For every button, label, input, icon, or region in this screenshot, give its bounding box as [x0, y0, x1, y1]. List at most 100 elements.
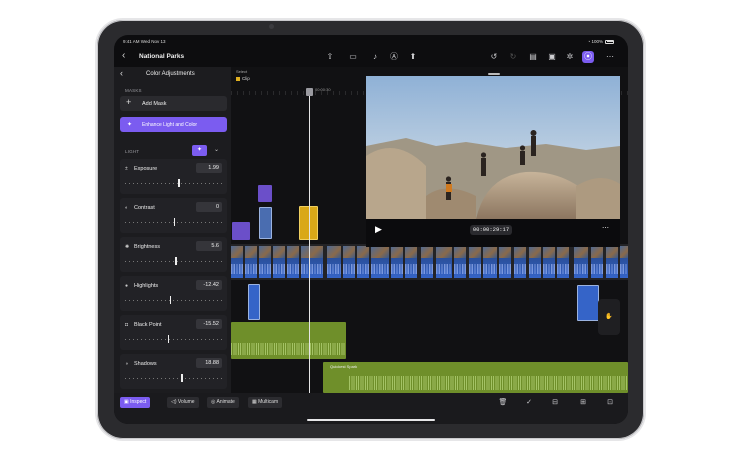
project-title: National Parks: [139, 53, 185, 60]
slider-thumb[interactable]: [167, 335, 170, 343]
clip-thumbnail[interactable]: [557, 246, 569, 258]
enhance-light-color-button[interactable]: ✦ Enhance Light and Color: [120, 117, 227, 132]
export-icon[interactable]: ⬆: [407, 51, 419, 63]
clip-thumbnail[interactable]: [245, 246, 257, 258]
share-icon[interactable]: ⇧: [324, 51, 336, 63]
clip-thumbnail[interactable]: [327, 246, 341, 258]
slider-value-field[interactable]: -15.52: [196, 319, 222, 329]
slider-track[interactable]: [125, 378, 222, 379]
audio-waveform: [327, 264, 341, 274]
microphone-icon[interactable]: ♪: [369, 51, 381, 63]
clip-thumbnail[interactable]: [606, 246, 618, 258]
slider-track[interactable]: [125, 339, 222, 340]
multicam-button[interactable]: ▦ Multicam: [248, 397, 283, 408]
slider-track[interactable]: [125, 261, 222, 262]
clip-thumbnail[interactable]: [499, 246, 511, 258]
clip-thumbnail[interactable]: [469, 246, 481, 258]
clip-thumbnail[interactable]: [231, 246, 243, 258]
viewer-more-button[interactable]: ⋯: [602, 224, 609, 232]
slider-black-point[interactable]: ◘ Black Point -15.52: [120, 315, 227, 350]
video-viewer[interactable]: ▶ 00:00:29:17 ⋯: [366, 76, 620, 247]
enhance-label: Enhance Light and Color: [142, 122, 198, 128]
title-clip[interactable]: [258, 185, 272, 202]
highlights-icon: ●: [125, 283, 129, 289]
connected-video-clip[interactable]: [248, 284, 260, 320]
clip-thumbnail[interactable]: [620, 246, 628, 258]
clip-thumbnail[interactable]: [436, 246, 452, 258]
slider-contrast[interactable]: ◐ Contrast 0: [120, 198, 227, 233]
clip-thumbnail[interactable]: [574, 246, 588, 258]
audio-waveform: [273, 264, 285, 274]
slider-highlights[interactable]: ● Highlights -12.42: [120, 276, 227, 311]
viewer-grabber[interactable]: [488, 73, 500, 75]
slider-value-field[interactable]: 18.88: [196, 358, 222, 368]
photos-icon[interactable]: ▣: [546, 51, 558, 63]
clip-thumbnail[interactable]: [483, 246, 497, 258]
clip-thumbnail[interactable]: [287, 246, 299, 258]
play-button[interactable]: ▶: [375, 224, 382, 235]
checkmark-icon[interactable]: ✓: [523, 397, 535, 408]
broll-clip[interactable]: [259, 207, 272, 239]
slider-shadows[interactable]: ◑ Shadows 18.88: [120, 354, 227, 389]
playhead-handle[interactable]: [306, 88, 313, 96]
audio-waveform: [454, 264, 466, 274]
clip-thumbnail[interactable]: [591, 246, 603, 258]
clip-thumbnail[interactable]: [301, 246, 323, 258]
add-mask-button[interactable]: + Add Mask: [120, 96, 227, 111]
navigator-icon[interactable]: Ⓐ: [388, 51, 400, 63]
clip-thumbnail[interactable]: [514, 246, 526, 258]
split-clip-icon[interactable]: ⊟: [549, 397, 561, 408]
redo-icon[interactable]: ↻: [507, 51, 519, 63]
auto-enhance-toggle[interactable]: ✦: [192, 145, 207, 156]
animate-button[interactable]: ◎ Animate: [207, 397, 239, 408]
slider-value-field[interactable]: 5.6: [196, 241, 222, 251]
audio-waveform: [469, 264, 481, 274]
audio-waveform: [514, 264, 526, 274]
more-icon[interactable]: ⋯: [604, 51, 616, 63]
clip-thumbnail[interactable]: [405, 246, 417, 258]
undo-icon[interactable]: ↺: [488, 51, 500, 63]
slider-value-field[interactable]: -12.42: [196, 280, 222, 290]
effects-icon[interactable]: ✲: [564, 51, 576, 63]
clip-thumbnail[interactable]: [421, 246, 433, 258]
connected-video-clip[interactable]: [577, 285, 599, 321]
chevron-down-icon[interactable]: ⌄: [214, 146, 219, 153]
slider-value-field[interactable]: 1.99: [196, 163, 222, 173]
clip-thumbnail[interactable]: [529, 246, 541, 258]
trash-icon[interactable]: 🗑: [497, 397, 509, 408]
volume-button[interactable]: ◁) Volume: [167, 397, 199, 408]
slider-thumb[interactable]: [181, 374, 183, 382]
slider-track[interactable]: [125, 300, 222, 301]
titles-icon[interactable]: ▤: [527, 51, 539, 63]
clip-thumbnail[interactable]: [357, 246, 369, 258]
title-clip[interactable]: [232, 222, 250, 240]
camera-icon[interactable]: ▭: [347, 51, 359, 63]
slider-value-field[interactable]: 0: [196, 202, 222, 212]
clip-thumbnail[interactable]: [371, 246, 389, 258]
audio-waveform: [606, 264, 618, 274]
clip-thumbnail[interactable]: [391, 246, 403, 258]
black-point-icon: ◘: [125, 322, 129, 328]
clip-thumbnail[interactable]: [454, 246, 466, 258]
playhead[interactable]: [309, 89, 310, 393]
back-button[interactable]: ‹: [122, 50, 132, 62]
slider-thumb[interactable]: [175, 257, 177, 265]
slider-thumb[interactable]: [178, 179, 180, 187]
inspector-icon[interactable]: ⦿: [582, 51, 594, 63]
clip-thumbnail[interactable]: [259, 246, 271, 258]
volume-side-control[interactable]: ✋: [598, 299, 620, 335]
magic-wand-icon: ✦: [127, 122, 133, 128]
slider-exposure[interactable]: ± Exposure 1.99: [120, 159, 227, 194]
replace-clip-icon[interactable]: ⊡: [604, 397, 616, 408]
panel-back-button[interactable]: ‹: [120, 68, 123, 78]
detach-audio-icon[interactable]: ⊞: [577, 397, 589, 408]
clip-thumbnail[interactable]: [543, 246, 555, 258]
slider-thumb[interactable]: [173, 218, 175, 226]
clip-thumbnail[interactable]: [273, 246, 285, 258]
slider-brightness[interactable]: ✺ Brightness 5.6: [120, 237, 227, 272]
clip-thumbnail[interactable]: [343, 246, 355, 258]
timecode-display[interactable]: 00:00:29:17: [470, 225, 512, 235]
inspect-button[interactable]: ▣ Inspect: [120, 397, 151, 408]
slider-track[interactable]: [125, 183, 222, 184]
slider-thumb[interactable]: [169, 296, 172, 304]
